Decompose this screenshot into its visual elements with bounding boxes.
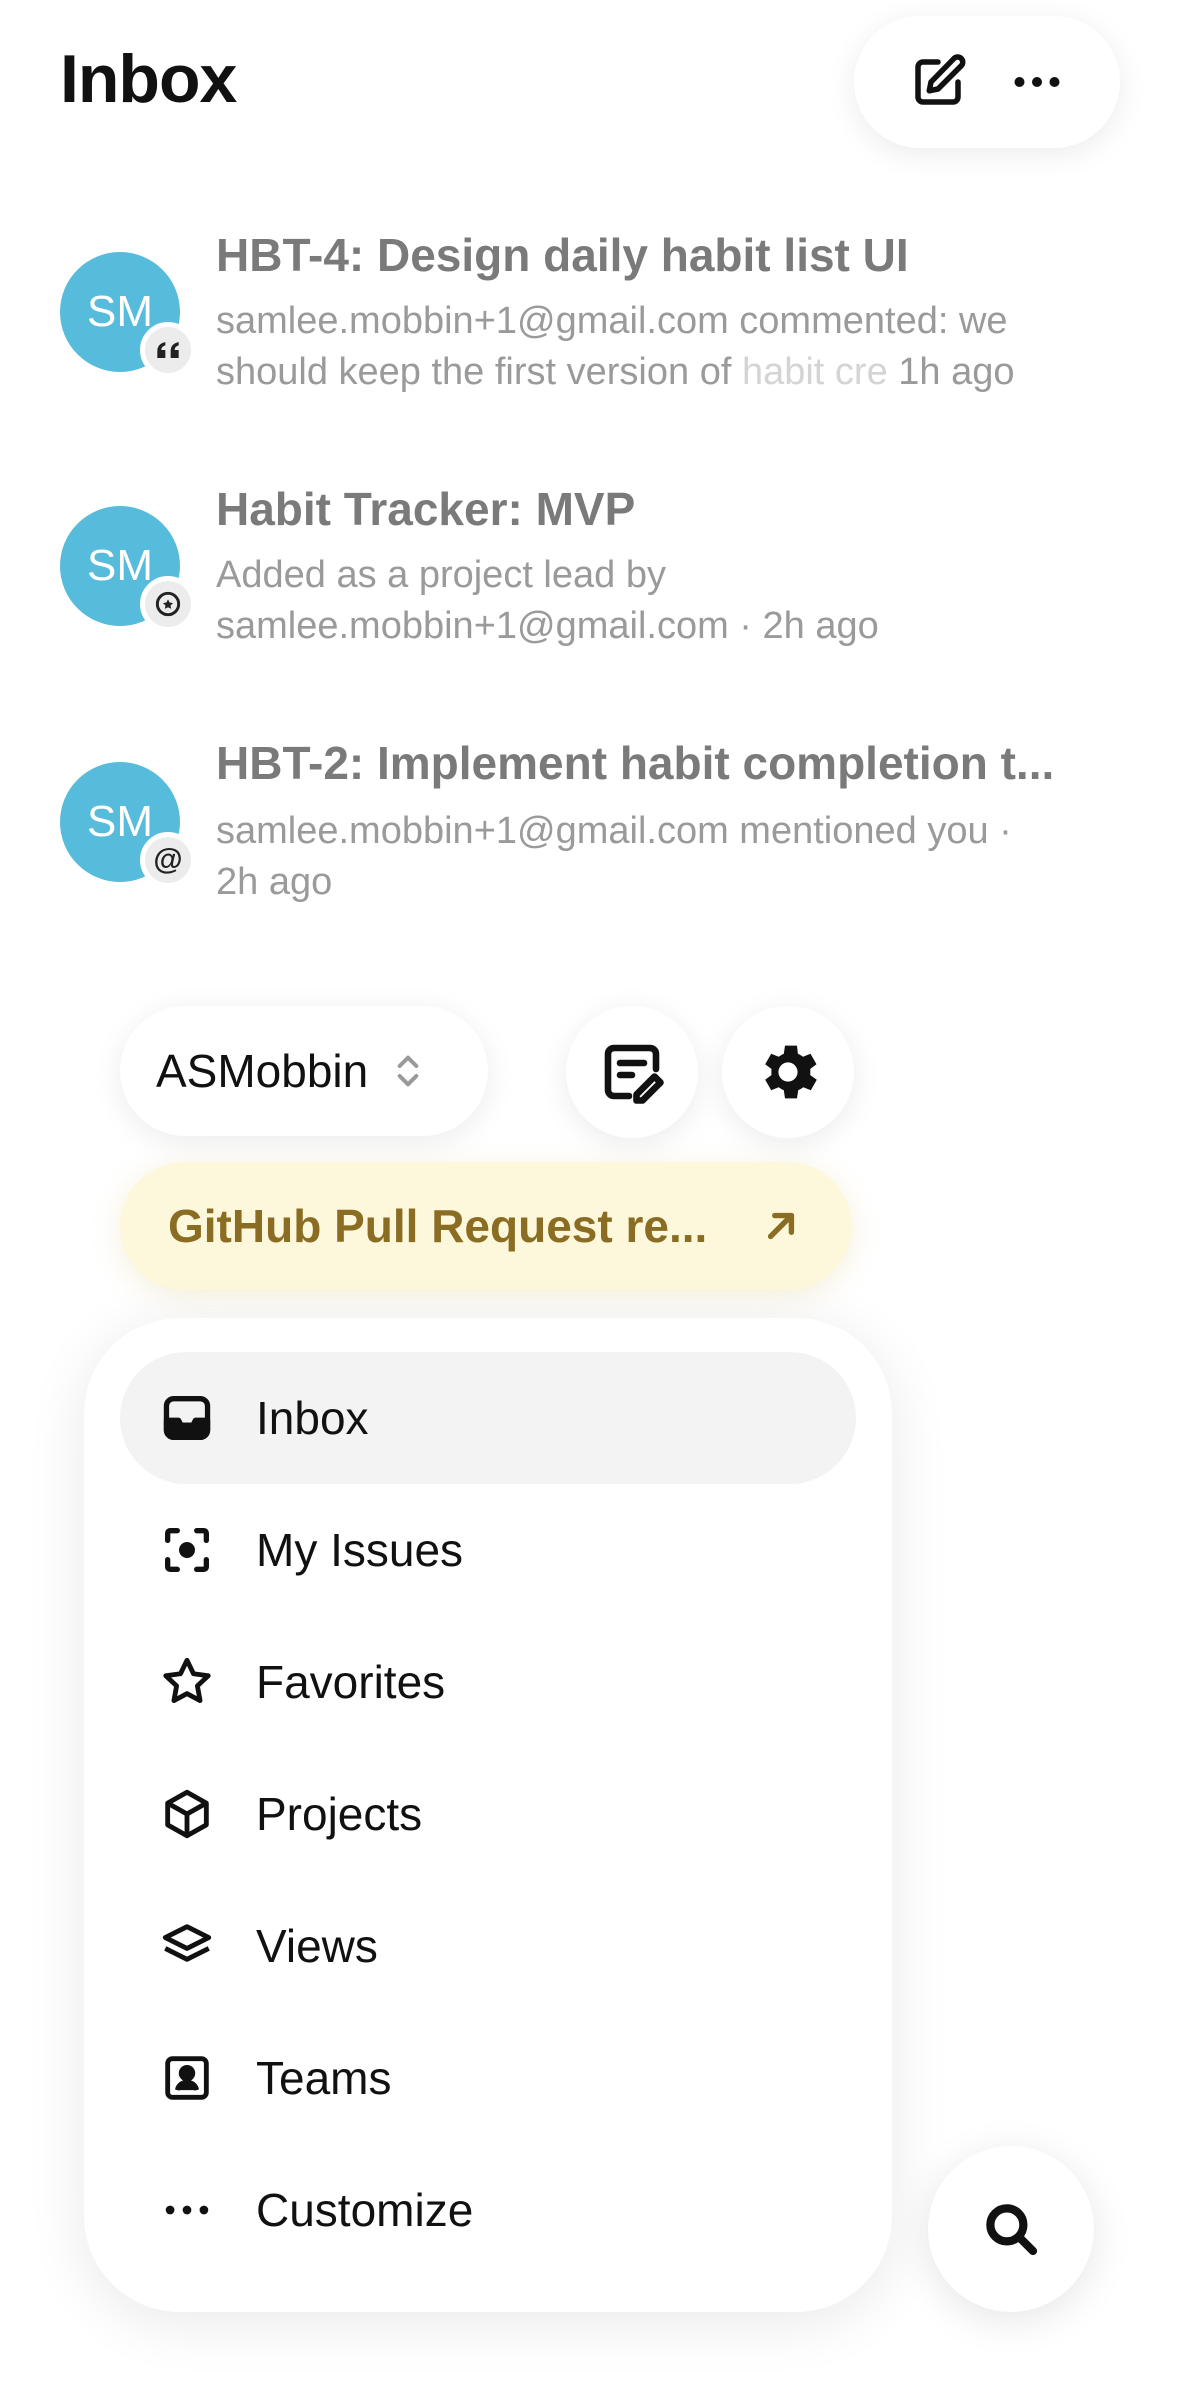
workspace-name: ASMobbin xyxy=(156,1045,369,1097)
item-title: HBT-4: Design daily habit list UI xyxy=(216,229,909,281)
item-body-line: samlee.mobbin+1@gmail.com · 2h ago xyxy=(216,605,879,647)
nav-item-my-issues[interactable]: My Issues xyxy=(120,1484,856,1616)
inbox-icon xyxy=(163,1396,211,1440)
focus-icon xyxy=(165,1528,209,1572)
item-body-fade: habit cre xyxy=(741,351,888,393)
new-issue-button[interactable] xyxy=(566,1006,698,1138)
item-body: Added as a project lead by samlee.mobbin… xyxy=(216,550,1128,652)
nav-item-label: Teams xyxy=(256,2052,392,2104)
nav-item-label: Projects xyxy=(256,1788,423,1840)
item-title: HBT-2: Implement habit completion t... xyxy=(216,737,1055,789)
star-icon xyxy=(163,1657,211,1704)
item-body-line: samlee.mobbin+1@gmail.com mentioned you … xyxy=(216,810,1012,852)
item-body: samlee.mobbin+1@gmail.com mentioned you … xyxy=(216,806,1128,908)
quote-icon xyxy=(140,322,196,378)
github-promo-banner[interactable]: GitHub Pull Request re... xyxy=(120,1162,852,1290)
more-button[interactable] xyxy=(1005,50,1069,114)
nav-item-teams[interactable]: Teams xyxy=(120,2012,856,2144)
team-icon xyxy=(165,2056,209,2100)
item-body-line: samlee.mobbin+1@gmail.com commented: we xyxy=(216,300,1008,342)
nav-item-label: Customize xyxy=(256,2184,474,2236)
nav-item-label: Views xyxy=(256,1920,378,1972)
cube-icon xyxy=(165,1789,209,1839)
promo-label: GitHub Pull Request re... xyxy=(168,1200,708,1252)
nav-item-inbox[interactable]: Inbox xyxy=(120,1352,856,1484)
page-title: Inbox xyxy=(60,41,237,117)
item-body: samlee.mobbin+1@gmail.com commented: we … xyxy=(216,296,1128,398)
search-button[interactable] xyxy=(928,2146,1094,2312)
arrow-up-right-icon xyxy=(767,1212,795,1240)
project-lead-icon xyxy=(140,576,196,632)
settings-button[interactable] xyxy=(722,1006,854,1138)
item-body-line: should keep the first version of habit c… xyxy=(216,347,1128,398)
inbox-item[interactable]: SM HBT-4: Design daily habit list UI sam… xyxy=(0,210,1179,430)
nav-item-label: My Issues xyxy=(256,1524,464,1576)
item-time: 1h ago xyxy=(898,351,1015,393)
nav-item-views[interactable]: Views xyxy=(120,1880,856,2012)
more-icon xyxy=(165,2205,209,2215)
nav-item-favorites[interactable]: Favorites xyxy=(120,1616,856,1748)
nav-item-label: Favorites xyxy=(256,1656,446,1708)
item-title: Habit Tracker: MVP xyxy=(216,483,636,535)
compose-button[interactable] xyxy=(906,50,970,114)
nav-item-projects[interactable]: Projects xyxy=(120,1748,856,1880)
chevron-up-down-icon xyxy=(397,1055,419,1087)
search-icon xyxy=(986,2204,1038,2256)
inbox-item[interactable]: SM Habit Tracker: MVP Added as a project… xyxy=(0,466,1179,686)
nav-item-label: Inbox xyxy=(256,1392,369,1444)
compose-icon xyxy=(914,54,965,105)
nav-item-customize[interactable]: Customize xyxy=(120,2144,856,2276)
item-body-text: should keep the first version of xyxy=(216,351,742,393)
header-actions xyxy=(854,16,1120,148)
nav-panel: Inbox My Issues Favorites Projects Views… xyxy=(84,1318,892,2312)
gear-icon xyxy=(765,1045,817,1099)
header: Inbox xyxy=(0,0,1179,170)
more-icon xyxy=(1014,77,1059,87)
workspace-switcher[interactable]: ASMobbin xyxy=(120,1006,488,1136)
item-body-line: 2h ago xyxy=(216,861,333,903)
note-edit-icon xyxy=(604,1044,664,1104)
inbox-item[interactable]: SM @ HBT-2: Implement habit completion t… xyxy=(0,720,1179,940)
mention-icon: @ xyxy=(140,832,196,888)
item-body-line: Added as a project lead by xyxy=(216,554,666,596)
layers-icon xyxy=(162,1924,212,1962)
